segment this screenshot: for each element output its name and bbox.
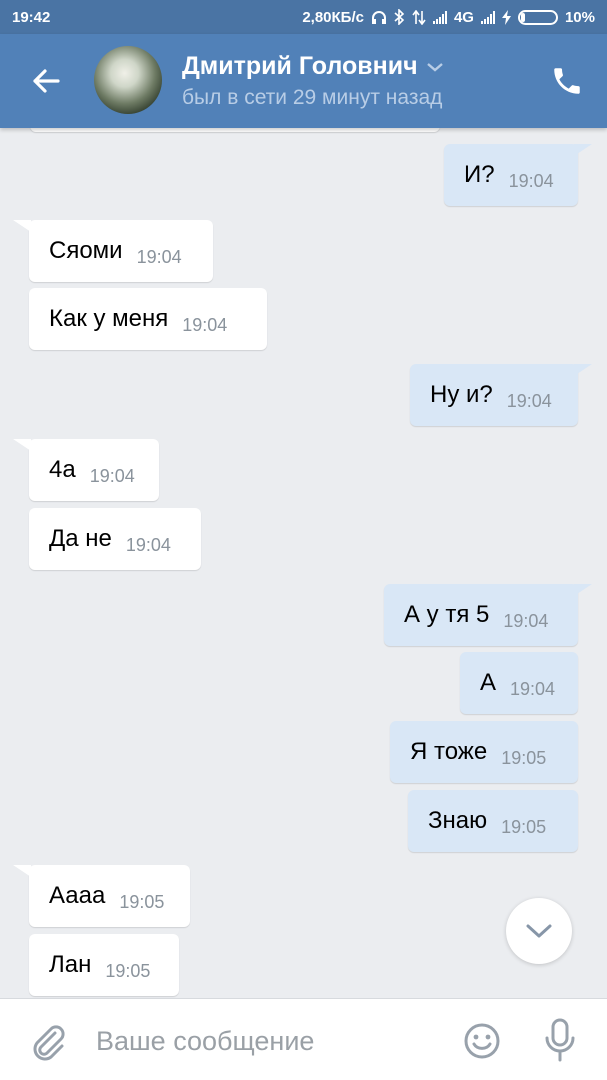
status-bar: 19:42 2,80КБ/с 4G 10% (0, 0, 607, 34)
message-time: 19:04 (510, 678, 556, 699)
message-time: 19:05 (501, 816, 547, 837)
phone-icon[interactable] (550, 64, 584, 98)
signal-icon (432, 10, 447, 24)
smile-icon[interactable] (462, 1021, 502, 1061)
contact-name-row[interactable]: Дмитрий Головнич (182, 52, 444, 81)
message-text: Ну и? (430, 381, 493, 408)
message-text: А (480, 669, 497, 696)
message-time: 19:05 (501, 747, 547, 768)
message-time: 19:05 (119, 891, 165, 912)
message-text: Да не (49, 525, 112, 552)
incoming-message[interactable]: Как у меня 19:04 (29, 288, 267, 350)
incoming-message[interactable]: Аааа 19:05 (29, 865, 190, 927)
outgoing-message[interactable]: И? 19:04 (444, 144, 578, 206)
charging-icon (501, 9, 511, 25)
bubble-tail (574, 144, 592, 156)
net-speed: 2,80КБ/с (302, 8, 364, 26)
battery-percent: 10% (564, 8, 595, 26)
message-text: Лан (49, 951, 92, 978)
incoming-message[interactable]: Да не 19:04 (29, 508, 201, 570)
chevron-down-icon[interactable] (426, 61, 444, 73)
message-text: Сяоми (49, 237, 123, 264)
bubble-tail (13, 220, 31, 232)
contact-name[interactable]: Дмитрий Головнич (182, 52, 418, 81)
scroll-to-bottom-button[interactable] (506, 898, 572, 964)
chat-header: Дмитрий Головнич был в сети 29 минут наз… (0, 34, 607, 128)
message-list[interactable]: И? 19:04 Сяоми 19:04 Как у меня 19:04 Ну и? 19:… (0, 128, 607, 998)
bluetooth-icon (394, 9, 405, 25)
outgoing-message[interactable]: А у тя 5 19:04 (384, 584, 578, 646)
microphone-icon[interactable] (540, 1017, 580, 1063)
outgoing-message[interactable]: Знаю 19:05 (408, 790, 578, 852)
headphones-icon (371, 10, 386, 24)
outgoing-message[interactable]: Я тоже 19:05 (390, 721, 578, 783)
network-type: 4G (453, 8, 474, 26)
status-icons: 2,80КБ/с 4G 10% (302, 9, 595, 26)
message-text: Аааа (49, 882, 106, 909)
bubble-tail (13, 865, 31, 877)
message-time: 19:04 (503, 610, 549, 631)
message-text: А у тя 5 (404, 601, 490, 628)
message-text: И? (464, 161, 495, 188)
message-time: 19:04 (89, 465, 135, 486)
message-input[interactable] (96, 1021, 436, 1061)
message-text: Как у меня (49, 305, 169, 332)
arrow-left-icon[interactable] (26, 61, 66, 101)
chevron-down-icon (526, 924, 552, 938)
incoming-message[interactable]: Лан 19:05 (29, 934, 179, 996)
message-text: Я тоже (410, 738, 488, 765)
bubble-tail (574, 584, 592, 596)
avatar[interactable] (94, 46, 162, 114)
message-time: 19:04 (508, 170, 554, 191)
paperclip-icon[interactable] (28, 1021, 68, 1061)
outgoing-message[interactable]: А 19:04 (460, 652, 578, 714)
incoming-message[interactable]: Сяоми 19:04 (29, 220, 213, 282)
message-time: 19:04 (125, 534, 171, 555)
incoming-message[interactable]: 4а 19:04 (29, 439, 159, 501)
message-time: 19:04 (182, 314, 228, 335)
message-text: Знаю (428, 807, 488, 834)
message-time: 19:05 (105, 960, 151, 981)
data-transfer-icon (412, 9, 426, 25)
composer-bar (0, 998, 607, 1080)
status-time: 19:42 (12, 8, 51, 26)
message-time: 19:04 (136, 246, 182, 267)
outgoing-message[interactable]: Ну и? 19:04 (410, 364, 578, 426)
bubble-tail (574, 364, 592, 376)
bubble-tail (13, 439, 31, 451)
signal-icon-2 (480, 10, 495, 24)
message-time: 19:04 (506, 390, 552, 411)
last-seen-status: был в сети 29 минут назад (182, 86, 443, 109)
message-text: 4а (49, 456, 76, 483)
message-bubble-partial (30, 128, 440, 132)
battery-icon (517, 9, 558, 25)
